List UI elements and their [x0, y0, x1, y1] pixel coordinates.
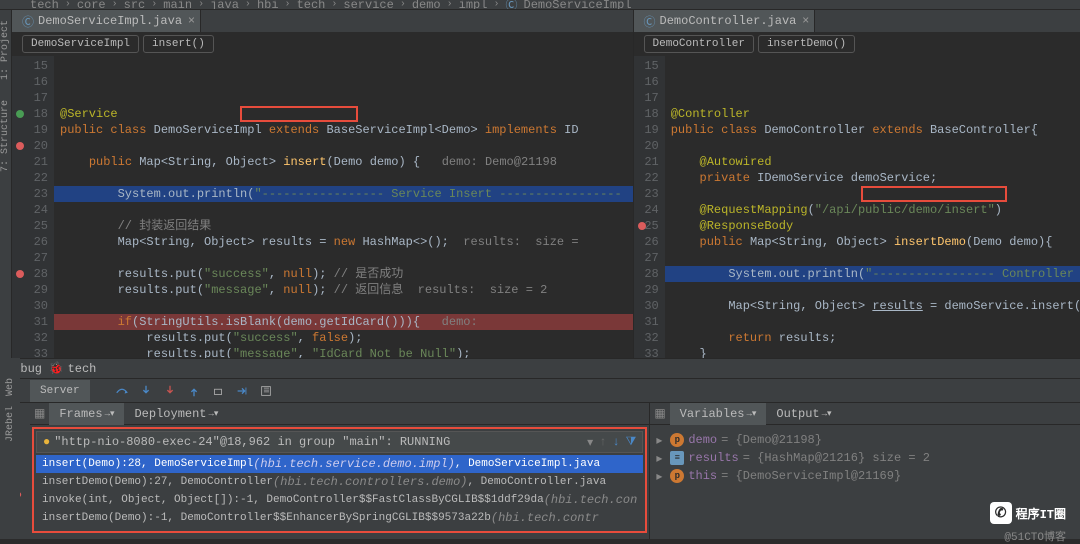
frames-panel: ▦ Frames→▾ Deployment→▾ ●"http-nio-8080-… [30, 403, 650, 539]
step-out-icon[interactable] [182, 379, 206, 403]
file-tab-democontroller[interactable]: ⒸDemoController.java× [634, 10, 816, 32]
close-icon[interactable]: × [188, 14, 195, 28]
thread-selector[interactable]: ●"http-nio-8080-exec-24"@18,962 in group… [36, 431, 643, 453]
gutter-left[interactable]: 1516171819202122232425262728293031323334… [12, 56, 54, 358]
vars-icon: ▦ [654, 406, 665, 421]
drop-frame-icon[interactable] [206, 379, 230, 403]
jrebel-tool-tab[interactable]: JRebel [5, 406, 16, 442]
watermark: ✆ 程序IT圈 @51CTO博客 [990, 502, 1066, 524]
output-tab[interactable]: Output→▾ [766, 403, 841, 425]
filter-icon[interactable]: ⧩ [626, 435, 637, 449]
force-step-into-icon[interactable] [158, 379, 182, 403]
stack-frame[interactable]: insertDemo(Demo):-1, DemoController$$Enh… [36, 509, 643, 527]
close-icon[interactable]: × [802, 14, 809, 28]
server-tab[interactable]: Server [30, 380, 90, 402]
prev-frame-icon[interactable]: ↑ [599, 435, 606, 449]
crumb-method[interactable]: insert() [143, 35, 214, 53]
wechat-icon: ✆ [990, 502, 1012, 524]
stack-frame[interactable]: invoke(int, Object, Object[]):-1, DemoCo… [36, 491, 643, 509]
stack-frame[interactable]: insert(Demo):28, DemoServiceImpl (hbi.te… [36, 455, 643, 473]
dropdown-icon[interactable]: ▾ [587, 435, 593, 450]
file-tab-demoserviceimpl[interactable]: ⒸDemoServiceImpl.java× [12, 10, 201, 32]
crumb-class[interactable]: DemoServiceImpl [22, 35, 139, 53]
next-frame-icon[interactable]: ↓ [612, 435, 619, 449]
step-over-icon[interactable] [110, 379, 134, 403]
stack-frame[interactable]: insertDemo(Demo):27, DemoController (hbi… [36, 473, 643, 491]
debug-toolbar: Server ≡ [0, 379, 1080, 403]
evaluate-icon[interactable]: ≡ [254, 379, 278, 403]
project-tool-tab[interactable]: 1: Project [0, 20, 11, 80]
code-left[interactable]: @Servicepublic class DemoServiceImpl ext… [54, 56, 633, 358]
frames-tab[interactable]: Frames→▾ [49, 403, 124, 425]
bug-icon: 🐞 [49, 361, 64, 376]
variable-row[interactable]: ▸pthis = {DemoServiceImpl@21169} [656, 467, 1074, 485]
editor-right: ⒸDemoController.java× DemoController ins… [634, 10, 1080, 358]
variable-row[interactable]: ▸pdemo = {Demo@21198} [656, 431, 1074, 449]
variable-row[interactable]: ▸≡results = {HashMap@21216} size = 2 [656, 449, 1074, 467]
variables-tab[interactable]: Variables→▾ [670, 403, 767, 425]
web-tool-tab[interactable]: Web [5, 378, 16, 396]
gutter-right[interactable]: 1516171819202122232425262728293031323334… [634, 56, 665, 358]
left-tool-strip: 1: Project 7: Structure [0, 10, 12, 358]
far-left-strip: Web JRebel [0, 358, 20, 538]
debug-panel: Debug 🐞tech Server ≡ ↻ ▶ ■ ●● ⊘ ▦ Frames… [0, 358, 1080, 538]
svg-text:≡: ≡ [263, 385, 269, 397]
step-into-icon[interactable] [134, 379, 158, 403]
deployment-tab[interactable]: Deployment→▾ [124, 403, 228, 425]
run-to-cursor-icon[interactable] [230, 379, 254, 403]
crumb-method[interactable]: insertDemo() [758, 35, 855, 53]
structure-tool-tab[interactable]: 7: Structure [0, 100, 11, 172]
debug-header: Debug 🐞tech [0, 359, 1080, 379]
code-right[interactable]: @Controllerpublic class DemoController e… [665, 56, 1080, 358]
crumb-class[interactable]: DemoController [644, 35, 754, 53]
frames-icon: ▦ [34, 406, 45, 421]
path-breadcrumbs: tech›core›src›main›java›hbi›tech›service… [0, 0, 1080, 10]
stack-frames-list[interactable]: insert(Demo):28, DemoServiceImpl (hbi.te… [36, 455, 643, 527]
editor-left: ⒸDemoServiceImpl.java× DemoServiceImpl i… [12, 10, 634, 358]
